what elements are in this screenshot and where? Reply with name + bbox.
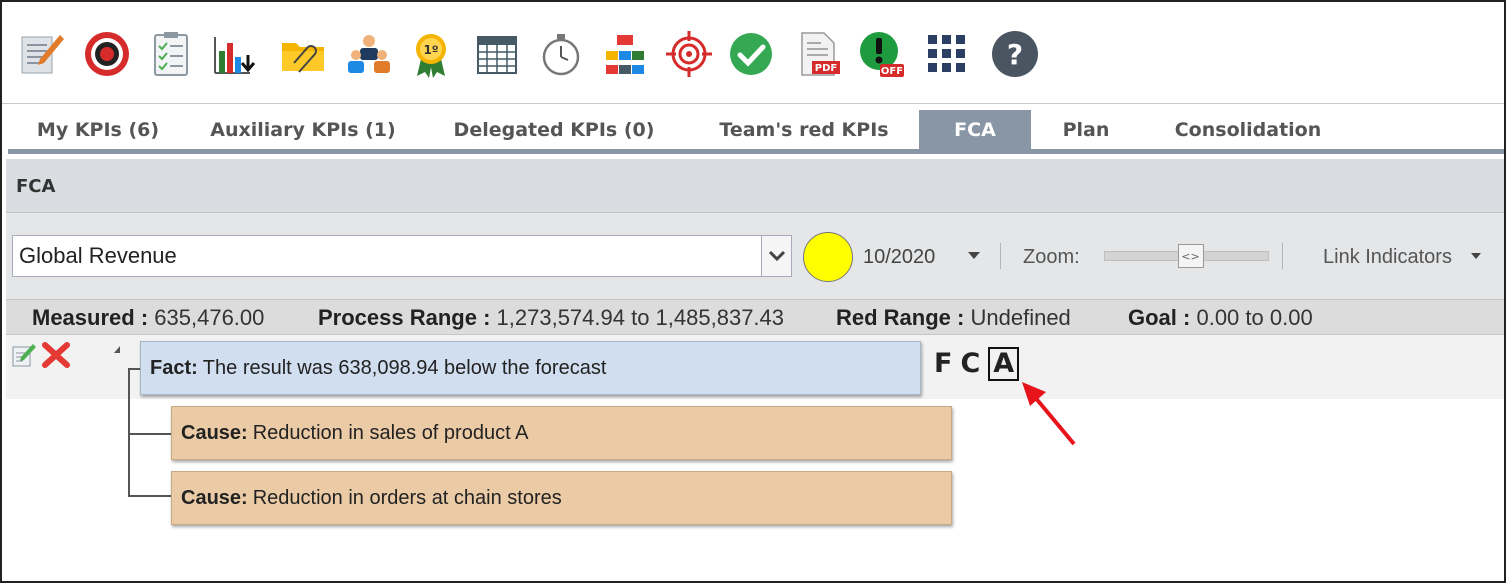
process-range-item: Process Range : 1,273,574.94 to 1,485,83… — [318, 305, 784, 331]
edit-icon[interactable] — [11, 342, 37, 368]
indicator-select-value: Global Revenue — [19, 243, 177, 268]
fact-node[interactable]: Fact: The result was 638,098.94 below th… — [140, 341, 921, 395]
process-range-value: 1,273,574.94 to 1,485,837.43 — [496, 305, 785, 330]
separator — [1000, 243, 1001, 269]
app-window: 1º PDF OFF ? My KPIs (6) Auxiliary KPIs … — [0, 0, 1506, 583]
tree-connector — [128, 368, 130, 496]
pdf-badge-text: PDF — [815, 63, 837, 74]
apps-grid-icon[interactable] — [920, 25, 974, 83]
off-badge-text: OFF — [881, 66, 903, 77]
section-header: FCA — [6, 159, 1504, 213]
measured-value: 635,476.00 — [154, 305, 265, 330]
red-range-item: Red Range : Undefined — [836, 305, 1071, 331]
tab-consolidation[interactable]: Consolidation — [1160, 110, 1336, 149]
calendar-icon[interactable] — [470, 25, 524, 83]
checklist-icon[interactable] — [144, 25, 198, 83]
ribbon-text: 1º — [423, 43, 438, 57]
filter-row: Global Revenue 10/2020 Zoom: <> Link Ind… — [6, 213, 1504, 299]
tab-bar: My KPIs (6) Auxiliary KPIs (1) Delegated… — [8, 110, 1504, 154]
tab-delegated-kpis[interactable]: Delegated KPIs (0) — [448, 110, 660, 149]
tree-connector — [128, 368, 140, 370]
period-value: 10/2020 — [863, 246, 936, 268]
fca-letter-buttons: F C A — [934, 347, 1027, 381]
cause-kind-label: Cause: — [181, 421, 248, 444]
org-chart-icon[interactable] — [598, 25, 652, 83]
toolbar: 1º PDF OFF ? — [2, 2, 1504, 104]
cause-text: Reduction in sales of product A — [252, 421, 529, 444]
cause-kind-label: Cause: — [181, 486, 248, 509]
bar-chart-download-icon[interactable] — [208, 25, 262, 83]
first-place-ribbon-icon[interactable]: 1º — [404, 25, 458, 83]
goal-value: 0.00 to 0.00 — [1196, 305, 1313, 330]
tab-fca[interactable]: FCA — [919, 110, 1031, 149]
folder-attachment-icon[interactable] — [276, 25, 330, 83]
separator — [1282, 243, 1283, 269]
collapse-toggle-icon[interactable] — [114, 346, 120, 353]
stopwatch-icon[interactable] — [534, 25, 588, 83]
process-range-label: Process Range : — [318, 305, 491, 330]
delete-icon[interactable] — [41, 341, 71, 369]
cause-text: Reduction in orders at chain stores — [252, 486, 562, 509]
fact-text: The result was 638,098.94 below the fore… — [202, 356, 607, 379]
annotation-arrow-icon — [1022, 382, 1076, 446]
tab-plan[interactable]: Plan — [1046, 110, 1126, 149]
team-icon[interactable] — [342, 25, 396, 83]
zoom-slider-thumb[interactable]: <> — [1177, 244, 1204, 268]
tree-connector — [128, 495, 171, 497]
target-icon[interactable] — [80, 25, 134, 83]
period-dropdown-icon[interactable] — [968, 252, 980, 259]
tab-auxiliary-kpis[interactable]: Auxiliary KPIs (1) — [204, 110, 402, 149]
cause-node[interactable]: Cause: Reduction in sales of product A — [171, 406, 952, 460]
status-indicator-circle — [803, 232, 853, 282]
help-glyph: ? — [1007, 38, 1023, 71]
indicator-select[interactable]: Global Revenue — [12, 235, 792, 277]
tab-my-kpis[interactable]: My KPIs (6) — [22, 110, 174, 149]
notes-edit-icon[interactable] — [14, 25, 68, 83]
pdf-icon[interactable]: PDF — [792, 25, 846, 83]
add-action-button[interactable]: A — [988, 347, 1020, 381]
red-range-value: Undefined — [970, 305, 1071, 330]
measures-bar: Measured : 635,476.00 Process Range : 1,… — [6, 299, 1504, 335]
link-indicators-dropdown-icon[interactable] — [1471, 253, 1481, 259]
check-circle-icon[interactable] — [724, 25, 778, 83]
tab-teams-red-kpis[interactable]: Team's red KPIs — [708, 110, 900, 149]
goal-label: Goal : — [1128, 305, 1191, 330]
zoom-label: Zoom: — [1023, 246, 1080, 268]
red-range-label: Red Range : — [836, 305, 965, 330]
goal-item: Goal : 0.00 to 0.00 — [1128, 305, 1313, 331]
measured-label: Measured : — [32, 305, 149, 330]
chevron-down-icon — [768, 250, 785, 262]
fact-kind-label: Fact: — [150, 356, 198, 379]
measured-item: Measured : 635,476.00 — [32, 305, 264, 331]
link-indicators-menu[interactable]: Link Indicators — [1323, 246, 1452, 269]
cause-node[interactable]: Cause: Reduction in orders at chain stor… — [171, 471, 952, 525]
tree-connector — [128, 433, 171, 435]
crosshair-icon[interactable] — [662, 25, 716, 83]
help-icon[interactable]: ? — [988, 25, 1042, 83]
section-title: FCA — [16, 176, 56, 197]
alert-off-icon[interactable]: OFF — [854, 25, 908, 83]
indicator-dropdown-button[interactable] — [761, 236, 791, 276]
add-fact-button[interactable]: F — [934, 349, 952, 379]
add-cause-button[interactable]: C — [960, 349, 980, 379]
